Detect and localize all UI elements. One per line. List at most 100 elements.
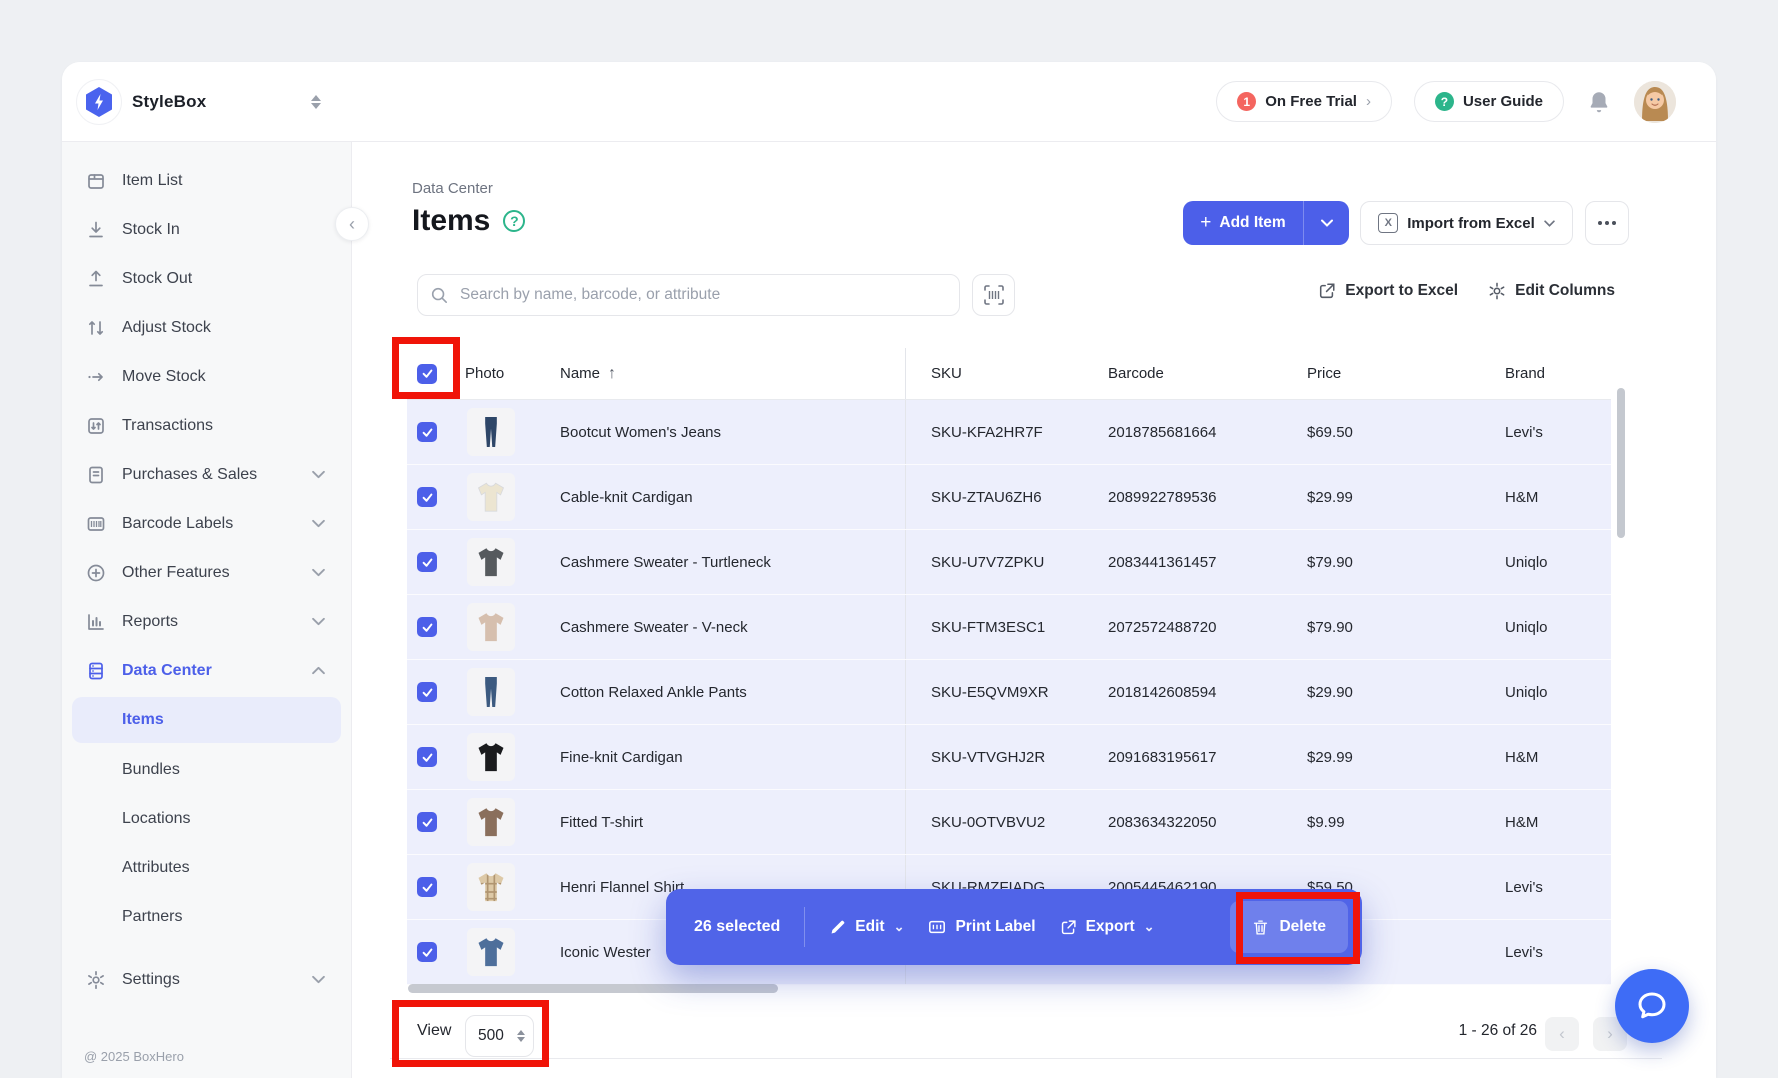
previous-page-button[interactable]: ‹	[1545, 1017, 1579, 1051]
item-photo	[467, 668, 515, 716]
more-icon	[1598, 221, 1602, 225]
hexagon-bolt-icon	[82, 85, 116, 119]
sidebar-item-stock-out[interactable]: Stock Out	[62, 254, 351, 303]
sidebar-item-label: Adjust Stock	[122, 319, 335, 337]
row-checkbox[interactable]	[417, 682, 437, 702]
search-input[interactable]	[458, 285, 947, 305]
column-header-sku[interactable]: SKU	[905, 348, 1108, 399]
sidebar-subitem-bundles[interactable]: Bundles	[62, 745, 351, 794]
sidebar-collapse-button[interactable]: ‹	[335, 207, 369, 241]
plus-icon: +	[1200, 212, 1211, 234]
print-label-button[interactable]: Print Label	[928, 918, 1035, 936]
sidebar-item-barcode-labels[interactable]: Barcode Labels	[62, 499, 351, 548]
barcode-scan-button[interactable]	[972, 274, 1015, 316]
sidebar-subitem-locations[interactable]: Locations	[62, 794, 351, 843]
select-all-checkbox[interactable]	[417, 364, 437, 384]
notifications-bell-icon[interactable]	[1586, 89, 1612, 115]
item-name: Fitted T-shirt	[560, 814, 905, 831]
sidebar-item-label: Move Stock	[122, 368, 335, 386]
table-row-cotton-relaxed-ankle-pants[interactable]: Cotton Relaxed Ankle PantsSKU-E5QVM9XR20…	[407, 660, 1611, 725]
page-help-icon[interactable]: ?	[503, 210, 525, 232]
sidebar-item-stock-in[interactable]: Stock In	[62, 205, 351, 254]
chat-icon	[1634, 988, 1670, 1024]
sidebar-item-other-features[interactable]: Other Features	[62, 548, 351, 597]
export-to-excel-button[interactable]: Export to Excel	[1318, 282, 1458, 300]
item-barcode: 2072572488720	[1108, 619, 1307, 636]
gear-icon	[1488, 282, 1506, 300]
user-guide-label: User Guide	[1463, 93, 1543, 110]
per-page-stepper[interactable]: 500	[465, 1015, 534, 1057]
sidebar-subitem-attributes[interactable]: Attributes	[62, 843, 351, 892]
item-photo	[467, 798, 515, 846]
table-row-fine-knit-cardigan[interactable]: Fine-knit CardiganSKU-VTVGHJ2R2091683195…	[407, 725, 1611, 790]
item-brand: Uniqlo	[1505, 619, 1611, 636]
column-header-name[interactable]: Name ↑	[560, 365, 905, 383]
sidebar-item-label: Stock In	[122, 221, 335, 239]
chevron-right-icon: ›	[1366, 93, 1371, 110]
item-price: $79.90	[1307, 554, 1505, 571]
item-sku: SKU-E5QVM9XR	[905, 660, 1108, 724]
user-avatar[interactable]	[1634, 81, 1676, 123]
more-actions-button[interactable]	[1585, 201, 1629, 245]
row-checkbox[interactable]	[417, 877, 437, 897]
row-checkbox[interactable]	[417, 747, 437, 767]
sidebar-subitem-items[interactable]: Items	[72, 697, 341, 743]
item-photo	[467, 408, 515, 456]
user-guide-button[interactable]: ? User Guide	[1414, 81, 1564, 122]
item-price: $29.99	[1307, 489, 1505, 506]
sidebar-item-purchases-sales[interactable]: Purchases & Sales	[62, 450, 351, 499]
row-checkbox[interactable]	[417, 552, 437, 572]
sidebar-subitem-partners[interactable]: Partners	[62, 892, 351, 941]
add-item-button[interactable]: +Add Item	[1183, 201, 1349, 245]
sidebar-item-item-list[interactable]: Item List	[62, 156, 351, 205]
edit-columns-button[interactable]: Edit Columns	[1488, 282, 1615, 300]
footer-divider	[390, 1058, 1662, 1059]
sidebar-item-transactions[interactable]: Transactions	[62, 401, 351, 450]
sidebar-item-adjust-stock[interactable]: Adjust Stock	[62, 303, 351, 352]
app-card: StyleBox 1 On Free Trial › ? User Guide	[62, 62, 1716, 1078]
delete-button[interactable]: Delete	[1230, 901, 1348, 953]
sidebar-item-data-center[interactable]: Data Center	[62, 646, 351, 695]
app-logo	[76, 79, 122, 125]
import-from-excel-button[interactable]: X Import from Excel	[1360, 201, 1573, 245]
search-box	[417, 274, 960, 316]
workspace-name[interactable]: StyleBox	[132, 92, 206, 112]
row-checkbox[interactable]	[417, 487, 437, 507]
help-badge-icon: ?	[1435, 92, 1454, 111]
row-checkbox[interactable]	[417, 617, 437, 637]
table-row-cashmere-sweater-turtleneck[interactable]: Cashmere Sweater - TurtleneckSKU-U7V7ZPK…	[407, 530, 1611, 595]
bulk-export-button[interactable]: Export ⌄	[1060, 918, 1155, 936]
item-name: Cashmere Sweater - Turtleneck	[560, 554, 905, 571]
item-photo	[467, 538, 515, 586]
column-header-price[interactable]: Price	[1307, 365, 1505, 382]
sidebar-item-label: Barcode Labels	[122, 515, 296, 533]
row-checkbox[interactable]	[417, 422, 437, 442]
add-item-dropdown-button[interactable]	[1303, 201, 1349, 245]
free-trial-button[interactable]: 1 On Free Trial ›	[1216, 81, 1392, 122]
chevron-down-icon	[312, 617, 325, 626]
vertical-scrollbar[interactable]	[1617, 388, 1625, 538]
table-header-row: Photo Name ↑ SKU Barcode Price Brand	[407, 348, 1611, 400]
sidebar-menu: Item List Stock In Stock Out Adjust Stock Mo…	[62, 156, 351, 1004]
stepper-arrows-icon[interactable]	[517, 1030, 525, 1042]
row-checkbox[interactable]	[417, 812, 437, 832]
pencil-icon	[829, 919, 846, 936]
bulk-edit-button[interactable]: Edit ⌄	[829, 918, 904, 936]
sidebar-item-settings[interactable]: Settings	[62, 955, 351, 1004]
workspace-switcher-icon[interactable]	[311, 95, 321, 109]
table-row-fitted-t-shirt[interactable]: Fitted T-shirtSKU-0OTVBVU22083634322050$…	[407, 790, 1611, 855]
row-checkbox[interactable]	[417, 942, 437, 962]
table-row-bootcut-women-s-jeans[interactable]: Bootcut Women's JeansSKU-KFA2HR7F2018785…	[407, 400, 1611, 465]
column-header-brand[interactable]: Brand	[1505, 365, 1611, 382]
table-row-cashmere-sweater-v-neck[interactable]: Cashmere Sweater - V-neckSKU-FTM3ESC1207…	[407, 595, 1611, 660]
table-row-cable-knit-cardigan[interactable]: Cable-knit CardiganSKU-ZTAU6ZH6208992278…	[407, 465, 1611, 530]
sidebar-item-move-stock[interactable]: Move Stock	[62, 352, 351, 401]
item-name: Fine-knit Cardigan	[560, 749, 905, 766]
sidebar-item-label: Data Center	[122, 662, 296, 680]
per-page-value: 500	[478, 1027, 509, 1045]
horizontal-scrollbar[interactable]	[408, 984, 778, 993]
sidebar-item-reports[interactable]: Reports	[62, 597, 351, 646]
column-header-photo[interactable]: Photo	[457, 365, 560, 382]
chat-widget-button[interactable]	[1615, 969, 1689, 1043]
column-header-barcode[interactable]: Barcode	[1108, 365, 1307, 382]
